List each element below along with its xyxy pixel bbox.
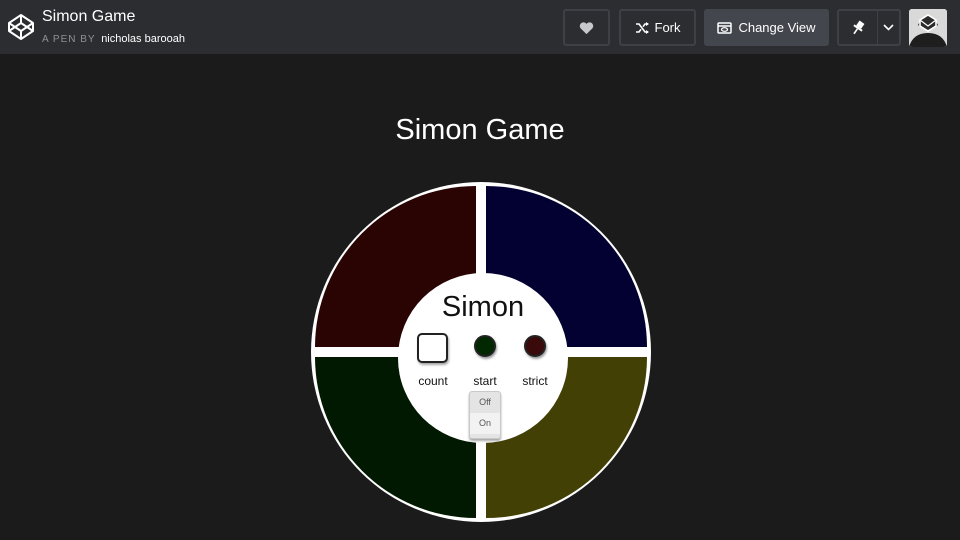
change-view-label: Change View — [738, 20, 816, 35]
heart-icon — [579, 21, 594, 34]
pen-by-prefix: A PEN BY — [42, 34, 96, 45]
simon-board: Simon count start strict Off On — [311, 182, 651, 522]
power-switch[interactable]: Off On — [469, 391, 501, 439]
top-bar: Simon Game A PEN BY nicholas barooah For… — [0, 0, 960, 55]
page-title: Simon Game — [395, 114, 565, 146]
change-view-icon — [717, 21, 733, 34]
fork-icon — [635, 21, 649, 34]
avatar[interactable] — [909, 9, 947, 47]
pin-button[interactable] — [839, 11, 879, 44]
fork-label: Fork — [654, 20, 681, 35]
strict-button[interactable] — [524, 335, 546, 357]
love-button[interactable] — [563, 9, 610, 46]
switch-off-label[interactable]: Off — [470, 392, 500, 414]
pin-button-group — [837, 9, 901, 46]
count-display — [417, 333, 448, 363]
author-link[interactable]: nicholas barooah — [101, 33, 185, 45]
change-view-button[interactable]: Change View — [704, 9, 829, 46]
start-button[interactable] — [474, 335, 496, 357]
start-label: start — [473, 374, 497, 388]
chevron-down-icon — [883, 24, 894, 31]
fork-button[interactable]: Fork — [619, 9, 696, 46]
control-panel: Simon count start strict Off On — [398, 273, 568, 443]
avatar-image — [909, 9, 947, 47]
strict-label: strict — [522, 374, 548, 388]
pin-icon — [853, 20, 865, 34]
pin-dropdown-button[interactable] — [878, 11, 899, 44]
switch-on-label[interactable]: On — [470, 413, 500, 434]
pen-title[interactable]: Simon Game — [42, 8, 135, 26]
pen-byline: A PEN BY nicholas barooah — [42, 33, 185, 45]
codepen-logo-icon[interactable] — [7, 13, 35, 41]
board-label: Simon — [441, 291, 525, 323]
count-label: count — [418, 374, 448, 388]
